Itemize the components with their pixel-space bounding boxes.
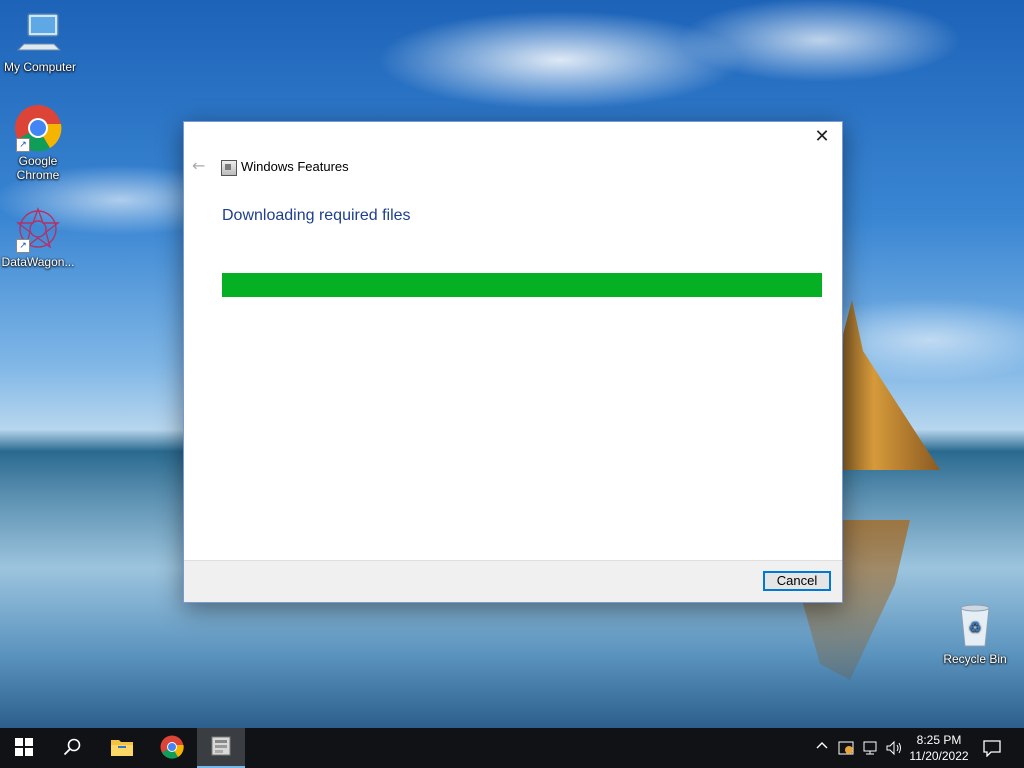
desktop-icon-label: Google Chrome [16,154,60,182]
dialog-title: Windows Features [241,159,349,174]
desktop-icon-label: My Computer [3,60,77,74]
back-arrow-icon[interactable]: ← [192,158,208,174]
start-button[interactable] [0,728,48,768]
taskbar: 8:25 PM 11/20/2022 [0,728,1024,768]
search-icon [63,738,81,759]
cancel-button[interactable]: Cancel [763,571,831,591]
chrome-icon [160,735,184,762]
shortcut-arrow-icon: ↗ [16,138,30,152]
download-progress-bar [222,273,822,297]
network-icon[interactable] [862,740,880,760]
file-explorer-icon [110,737,134,760]
desktop-icon-label: DataWagon... [1,255,75,269]
taskbar-windows-features[interactable] [197,728,245,768]
progress-fill [222,273,822,297]
shortcut-arrow-icon: ↗ [16,239,30,253]
windows-features-icon [210,735,232,760]
desktop-icon-recycle-bin[interactable]: ♻ Recycle Bin [935,602,1015,666]
taskbar-clock[interactable]: 8:25 PM 11/20/2022 [902,732,976,764]
dialog-footer: Cancel [184,560,842,602]
windows-features-icon [221,160,237,176]
svg-text:♻: ♻ [969,620,982,636]
chevron-up-icon[interactable] [816,740,828,756]
start-icon [15,737,33,759]
chrome-icon: ↗ [14,104,62,152]
taskbar-file-explorer[interactable] [98,728,146,768]
security-icon[interactable] [838,740,854,760]
desktop-icon-my-computer[interactable]: My Computer [0,10,80,74]
desktop-icon-google-chrome[interactable]: ↗ Google Chrome [0,104,78,182]
volume-icon[interactable] [885,740,903,760]
clock-date: 11/20/2022 [909,749,969,763]
taskbar-chrome[interactable] [148,728,196,768]
wallpaper-cliff [841,300,940,470]
datawagon-icon: ↗ [14,205,62,253]
clock-time: 8:25 PM [916,733,962,747]
notification-icon[interactable] [983,739,1001,761]
recycle-bin-icon: ♻ [951,602,999,650]
status-heading: Downloading required files [222,207,411,224]
close-button[interactable]: ✕ [808,124,836,150]
search-button[interactable] [48,728,96,768]
desktop-icon-label: Recycle Bin [943,652,1007,666]
desktop-icon-datawagon[interactable]: ↗ DataWagon... [0,205,78,269]
computer-icon [16,10,64,58]
windows-features-dialog: ✕ ← Windows Features Downloading require… [183,121,843,603]
